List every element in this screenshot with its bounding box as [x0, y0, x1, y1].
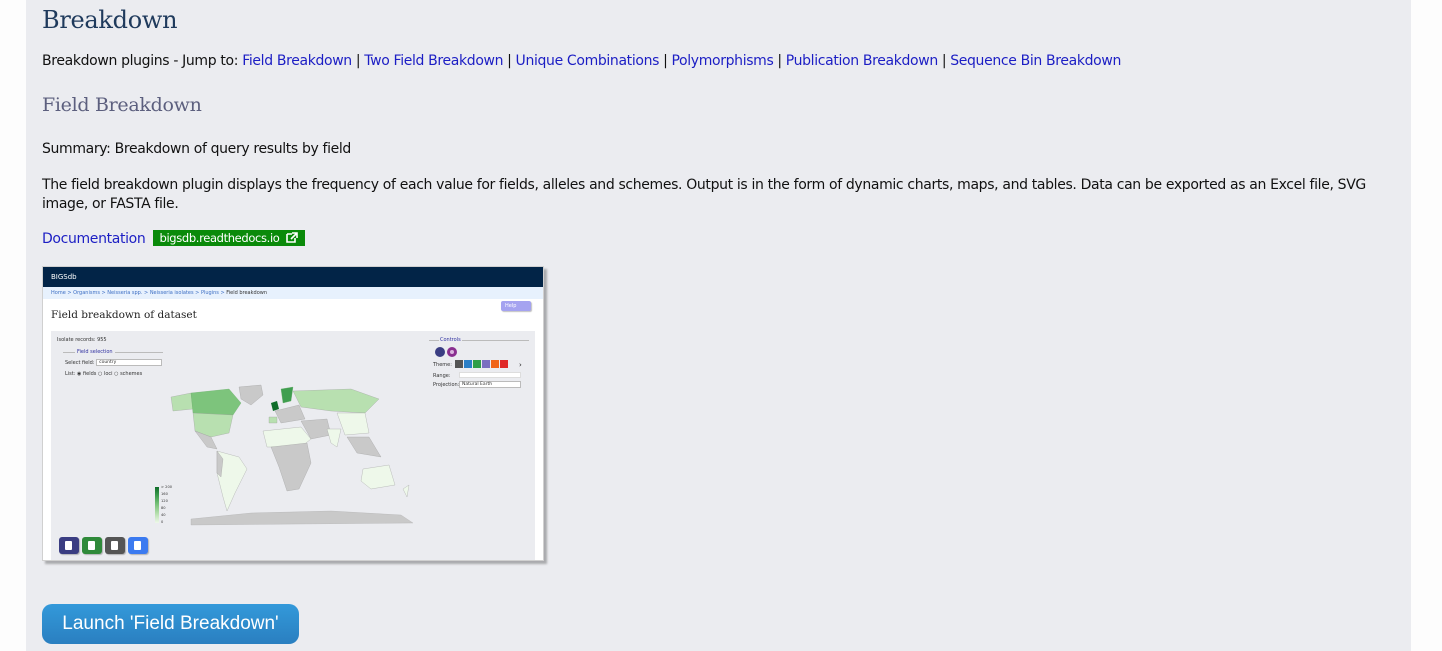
plugin-preview-image: BIGSdb Home > Organisms > Neisseria spp.… [42, 266, 544, 561]
preview-range-slider [459, 372, 521, 378]
preview-map-legend: > 200 160 120 80 40 0 [155, 485, 185, 525]
jump-link-polymorphisms[interactable]: Polymorphisms [671, 53, 773, 69]
preview-crumb: Home [51, 290, 66, 296]
preview-crumb: Organisms [73, 290, 100, 296]
documentation-link[interactable]: Documentation [42, 231, 146, 247]
preview-list-label: List: [65, 371, 76, 377]
preview-map-legend-label: > 200 [161, 485, 173, 489]
preview-select-field: country [96, 359, 163, 366]
plugin-panel: Breakdown Breakdown plugins - Jump to: F… [26, 0, 1411, 651]
map-region-india [326, 428, 342, 448]
plugin-heading: Field Breakdown [42, 94, 202, 116]
map-region-australia [360, 464, 396, 490]
preview-map-legend-label: 160 [161, 492, 168, 496]
documentation-row: Documentation bigsdb.readthedocs.io [42, 230, 305, 247]
map-region-canada [190, 388, 242, 416]
theme-swatch [455, 360, 463, 368]
jump-link-field-breakdown[interactable]: Field Breakdown [242, 53, 352, 69]
preview-map-legend-bar [155, 487, 159, 523]
jump-link-sequence-bin-breakdown[interactable]: Sequence Bin Breakdown [950, 53, 1121, 69]
export-fasta-icon [128, 537, 148, 554]
preview-help-button: Help [501, 301, 531, 311]
separator: | [777, 53, 782, 69]
preview-select-field-row: Select field: country [65, 359, 163, 366]
map-region-se-asia [346, 436, 382, 458]
preview-theme-label: Theme: [433, 362, 452, 368]
separator: | [507, 53, 512, 69]
map-region-iberia [268, 416, 278, 424]
theme-swatch [473, 360, 481, 368]
readthedocs-badge-label: bigsdb.readthedocs.io [159, 231, 280, 245]
preview-export-buttons [59, 537, 148, 554]
separator: | [663, 53, 668, 69]
pie-chart-icon [435, 347, 445, 357]
external-link-icon [285, 232, 298, 243]
jump-prefix: Breakdown plugins - Jump to: [42, 53, 239, 69]
map-region-antarctica [190, 510, 414, 526]
preview-crumb: Field breakdown [226, 290, 268, 296]
preview-range-label: Range: [433, 373, 451, 379]
preview-field-selection-legend: Field selection [75, 349, 115, 355]
preview-crumb: Plugins [200, 290, 219, 296]
preview-select-field-label: Select field: [65, 360, 95, 366]
preview-projection-select: Natural Earth [459, 381, 521, 388]
map-region-china [336, 412, 370, 436]
preview-title: Field breakdown of dataset [51, 309, 197, 321]
preview-crumb: Neisseria isolates [149, 290, 194, 296]
preview-body: Isolate records: 955 Field selection Sel… [51, 331, 535, 560]
map-region-alaska [170, 392, 194, 412]
separator: | [355, 53, 361, 69]
plugin-description: The field breakdown plugin displays the … [42, 177, 1366, 212]
preview-controls: Controls Theme: › Range: Projection: Nat… [429, 335, 529, 393]
separator: | [941, 53, 947, 69]
map-region-greenland [238, 384, 264, 406]
jump-link-publication-breakdown[interactable]: Publication Breakdown [786, 53, 938, 69]
world-map-image [170, 384, 414, 526]
theme-swatch [482, 360, 490, 368]
preview-controls-legend: Controls [439, 337, 462, 343]
map-region-new-zealand [402, 484, 410, 498]
launch-field-breakdown-button[interactable]: Launch 'Field Breakdown' [42, 604, 299, 644]
jump-link-unique-combinations[interactable]: Unique Combinations [516, 53, 660, 69]
export-table-icon [59, 537, 79, 554]
theme-swatch [491, 360, 499, 368]
theme-swatch [464, 360, 472, 368]
theme-swatch [500, 360, 508, 368]
export-text-icon [105, 537, 125, 554]
preview-map-legend-label: 0 [161, 520, 164, 524]
preview-map-legend-label: 80 [161, 506, 166, 510]
preview-map-legend-label: 40 [161, 513, 166, 517]
readthedocs-badge-link[interactable]: bigsdb.readthedocs.io [152, 230, 305, 246]
preview-theme-swatches [455, 360, 508, 368]
map-region-europe [274, 404, 306, 424]
preview-list-option: schemes [120, 371, 143, 377]
preview-app-bar: BIGSdb [43, 267, 543, 287]
preview-map-legend-label: 120 [161, 499, 168, 503]
jump-link-two-field-breakdown[interactable]: Two Field Breakdown [364, 53, 503, 69]
preview-list-row: List: ◉ fields ○ loci ○ schemes [65, 371, 143, 377]
page-title: Breakdown [42, 6, 178, 34]
jump-to-nav: Breakdown plugins - Jump to: Field Break… [42, 53, 1121, 69]
preview-breadcrumb: Home > Organisms > Neisseria spp. > Neis… [43, 287, 543, 299]
preview-isolate-records: Isolate records: 955 [57, 337, 107, 343]
plugin-summary: Summary: Breakdown of query results by f… [42, 141, 351, 157]
preview-list-option: fields [82, 371, 97, 377]
map-region-scandinavia [280, 386, 294, 404]
export-excel-icon [82, 537, 102, 554]
donut-chart-icon [447, 347, 457, 357]
map-region-uk [271, 401, 279, 411]
map-region-africa [270, 442, 312, 492]
map-region-russia [292, 388, 380, 414]
chevron-right-icon: › [519, 361, 522, 369]
preview-list-option: loci [103, 371, 113, 377]
preview-crumb: Neisseria spp. [107, 290, 143, 296]
